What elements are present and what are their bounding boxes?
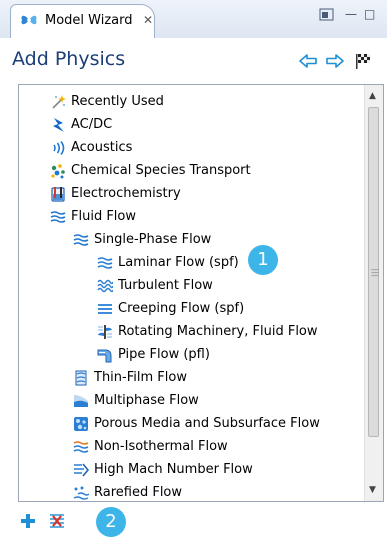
- tree-item-label: Laminar Flow (spf): [118, 255, 239, 270]
- callout-badge-1: 1: [248, 245, 278, 275]
- sparkle-icon: [52, 95, 66, 109]
- tree-item-label: Non-Isothermal Flow: [94, 439, 228, 454]
- beaker-icon: [51, 187, 65, 202]
- close-icon[interactable]: ✕: [143, 13, 153, 27]
- rotating-machinery-icon: [98, 325, 112, 339]
- page-title: Add Physics: [12, 48, 126, 70]
- molecules-icon: [51, 164, 65, 179]
- rarefied-flow-icon: [73, 486, 89, 500]
- tree-item-label: Porous Media and Subsurface Flow: [94, 416, 320, 431]
- add-physics-icon[interactable]: [19, 512, 37, 530]
- tree-item-label: Recently Used: [71, 94, 164, 109]
- scroll-up-icon[interactable]: ▲: [369, 91, 376, 101]
- scrollbar-thumb[interactable]: — — —: [368, 107, 379, 437]
- panel-header: Add Physics: [0, 38, 387, 84]
- tree-item-label: Acoustics: [71, 140, 133, 155]
- non-isothermal-icon: [73, 441, 89, 453]
- scroll-down-icon[interactable]: ▼: [369, 485, 376, 495]
- finish-flag-icon[interactable]: [353, 52, 373, 70]
- tree-item-label: Rotating Machinery, Fluid Flow: [118, 324, 318, 339]
- physics-tree[interactable]: Recently Used AC/DC Acoustics Chemical S…: [18, 84, 384, 502]
- porous-media-icon: [74, 417, 88, 431]
- tree-item-label: AC/DC: [71, 117, 113, 132]
- forward-arrow-icon[interactable]: [325, 52, 345, 70]
- tree-item-label: Electrochemistry: [71, 186, 181, 201]
- tab-title: Model Wizard: [45, 13, 133, 28]
- thin-film-icon: [75, 370, 87, 386]
- flow-waves-icon: [50, 211, 66, 223]
- tree-item-label: Turbulent Flow: [118, 278, 213, 293]
- sound-waves-icon: [53, 141, 65, 155]
- multiphase-icon: [74, 395, 88, 407]
- creeping-flow-icon: [98, 304, 112, 314]
- tree-item-label: Rarefied Flow: [94, 485, 183, 500]
- tree-item-label: Creeping Flow (spf): [118, 301, 245, 316]
- callout-badge-2: 2: [96, 507, 126, 537]
- model-wizard-icon: [21, 15, 37, 25]
- flow-waves-icon: [73, 234, 89, 246]
- tree-item-label: Thin-Film Flow: [94, 370, 187, 385]
- grip-icon: — — —: [371, 265, 379, 280]
- remove-physics-icon[interactable]: [48, 512, 66, 530]
- back-arrow-icon[interactable]: [298, 52, 318, 70]
- turbulent-flow-icon: [97, 279, 113, 293]
- pipe-flow-icon: [97, 349, 112, 363]
- vertical-scrollbar[interactable]: ▲ — — — ▼: [364, 85, 383, 501]
- editor-tab-bar: Model Wizard ✕ — □: [0, 0, 387, 39]
- tab-model-wizard[interactable]: Model Wizard ✕: [10, 4, 155, 38]
- view-menu-icon[interactable]: [319, 8, 335, 22]
- minimize-icon[interactable]: —: [345, 7, 357, 21]
- lightning-icon: [53, 118, 64, 132]
- laminar-flow-icon: [97, 257, 113, 269]
- high-mach-icon: [74, 463, 89, 477]
- tree-item-label: Multiphase Flow: [94, 393, 199, 408]
- tree-item-label: Chemical Species Transport: [71, 163, 251, 178]
- maximize-icon[interactable]: □: [364, 7, 375, 21]
- tree-item-label: High Mach Number Flow: [94, 462, 253, 477]
- bottom-toolbar: 2: [0, 502, 387, 543]
- tree-item-label: Single-Phase Flow: [94, 232, 212, 247]
- tree-item-label: Fluid Flow: [71, 209, 136, 224]
- tree-item-label: Pipe Flow (pfl): [118, 347, 210, 362]
